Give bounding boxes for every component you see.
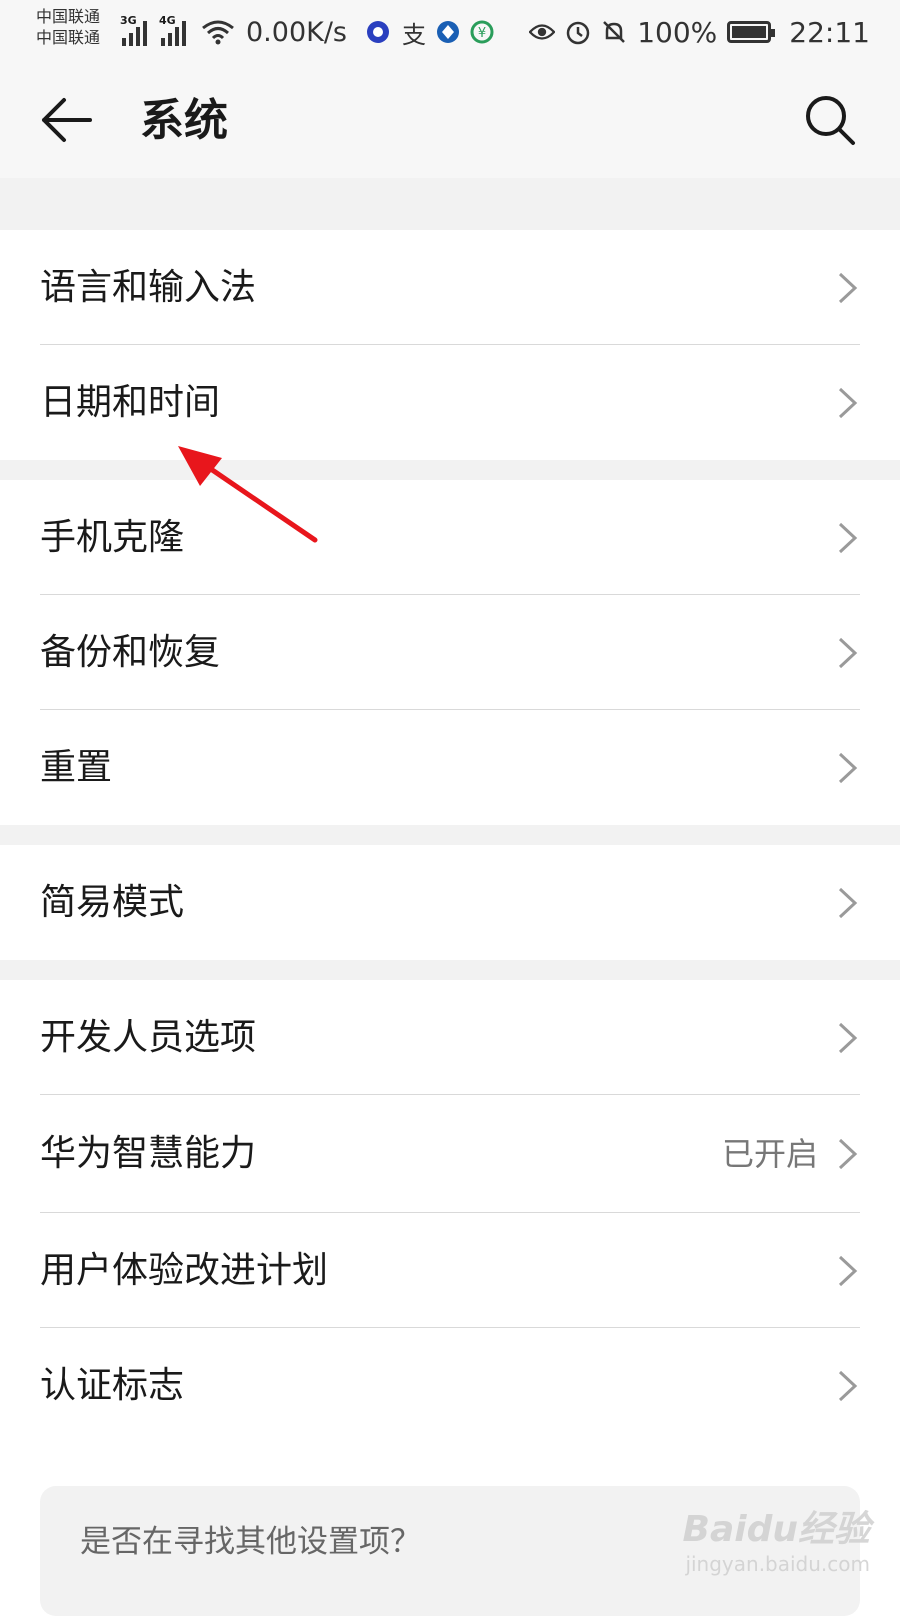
back-button[interactable] — [40, 92, 96, 148]
carrier-info: 中国联通 中国联通 — [36, 6, 100, 48]
page-title: 系统 — [140, 95, 228, 146]
alipay-icon: 支 — [402, 20, 426, 49]
mute-bell-icon — [601, 19, 627, 45]
item-label: 日期和时间 — [40, 382, 221, 423]
phone-clone-item[interactable]: 手机克隆 — [0, 480, 900, 595]
watermark-brand: Baidu经验 — [682, 1509, 870, 1550]
network-speed: 0.00K/s — [246, 16, 347, 48]
chevron-right-icon — [838, 887, 858, 919]
item-status-value: 已开启 — [721, 1135, 818, 1173]
item-label: 认证标志 — [40, 1365, 185, 1406]
date-time-item[interactable]: 日期和时间 — [0, 345, 900, 460]
search-button[interactable] — [800, 90, 860, 150]
settings-group-2: 手机克隆 备份和恢复 重置 — [0, 480, 900, 825]
item-label: 重置 — [40, 747, 113, 788]
backup-restore-item[interactable]: 备份和恢复 — [0, 595, 900, 710]
chevron-right-icon — [838, 387, 858, 419]
item-label: 手机克隆 — [40, 517, 185, 558]
reset-item[interactable]: 重置 — [0, 710, 900, 825]
carrier-label-2: 中国联通 — [36, 28, 101, 47]
status-bar: 中国联通 中国联通 3G 4G 0.00K/s 支 ¥ 100% 22:11 — [0, 0, 900, 62]
carrier-label-1: 中国联通 — [36, 7, 101, 26]
chevron-right-icon — [838, 637, 858, 669]
wifi-icon — [200, 19, 236, 45]
chevron-right-icon — [838, 522, 858, 554]
item-label: 华为智慧能力 — [40, 1133, 257, 1174]
item-label: 开发人员选项 — [40, 1017, 257, 1058]
settings-group-3: 简易模式 — [0, 845, 900, 960]
search-icon — [806, 96, 855, 145]
item-label: 语言和输入法 — [40, 267, 257, 308]
suggestion-text: 是否在寻找其他设置项？ — [80, 1524, 421, 1560]
baidu-watermark: Baidu经验 jingyan.baidu.com — [683, 1500, 870, 1576]
clock: 22:11 — [789, 15, 870, 49]
settings-group-1: 语言和输入法 日期和时间 — [0, 230, 900, 460]
chevron-right-icon — [838, 1255, 858, 1287]
chevron-right-icon — [838, 1022, 858, 1054]
developer-options-item[interactable]: 开发人员选项 — [0, 980, 900, 1095]
simple-mode-item[interactable]: 简易模式 — [0, 845, 900, 960]
language-input-item[interactable]: 语言和输入法 — [0, 230, 900, 345]
signal-4g-icon: 4G — [159, 14, 186, 46]
app-notification-icon — [365, 19, 391, 45]
user-experience-item[interactable]: 用户体验改进计划 — [0, 1213, 900, 1328]
signal-3g-icon: 3G — [120, 14, 147, 46]
back-arrow-icon — [42, 98, 92, 142]
eye-icon — [529, 19, 556, 45]
chevron-right-icon — [838, 752, 858, 784]
chevron-right-icon — [838, 1370, 858, 1402]
chevron-right-icon — [838, 1138, 858, 1170]
svg-text:¥: ¥ — [478, 26, 486, 41]
alarm-icon — [565, 19, 591, 45]
title-bar: 系统 — [0, 62, 900, 178]
chevron-right-icon — [838, 272, 858, 304]
battery-icon — [727, 21, 776, 43]
certification-item[interactable]: 认证标志 — [0, 1328, 900, 1443]
watermark-url: jingyan.baidu.com — [685, 1552, 870, 1576]
bank-app-icon — [435, 19, 461, 45]
bank-app-2-icon: ¥ — [469, 19, 495, 45]
item-label: 简易模式 — [40, 882, 185, 923]
huawei-ai-item[interactable]: 华为智慧能力 已开启 — [0, 1095, 900, 1213]
battery-percent: 100% — [637, 15, 718, 49]
item-label: 备份和恢复 — [40, 632, 221, 673]
item-label: 用户体验改进计划 — [40, 1250, 329, 1291]
